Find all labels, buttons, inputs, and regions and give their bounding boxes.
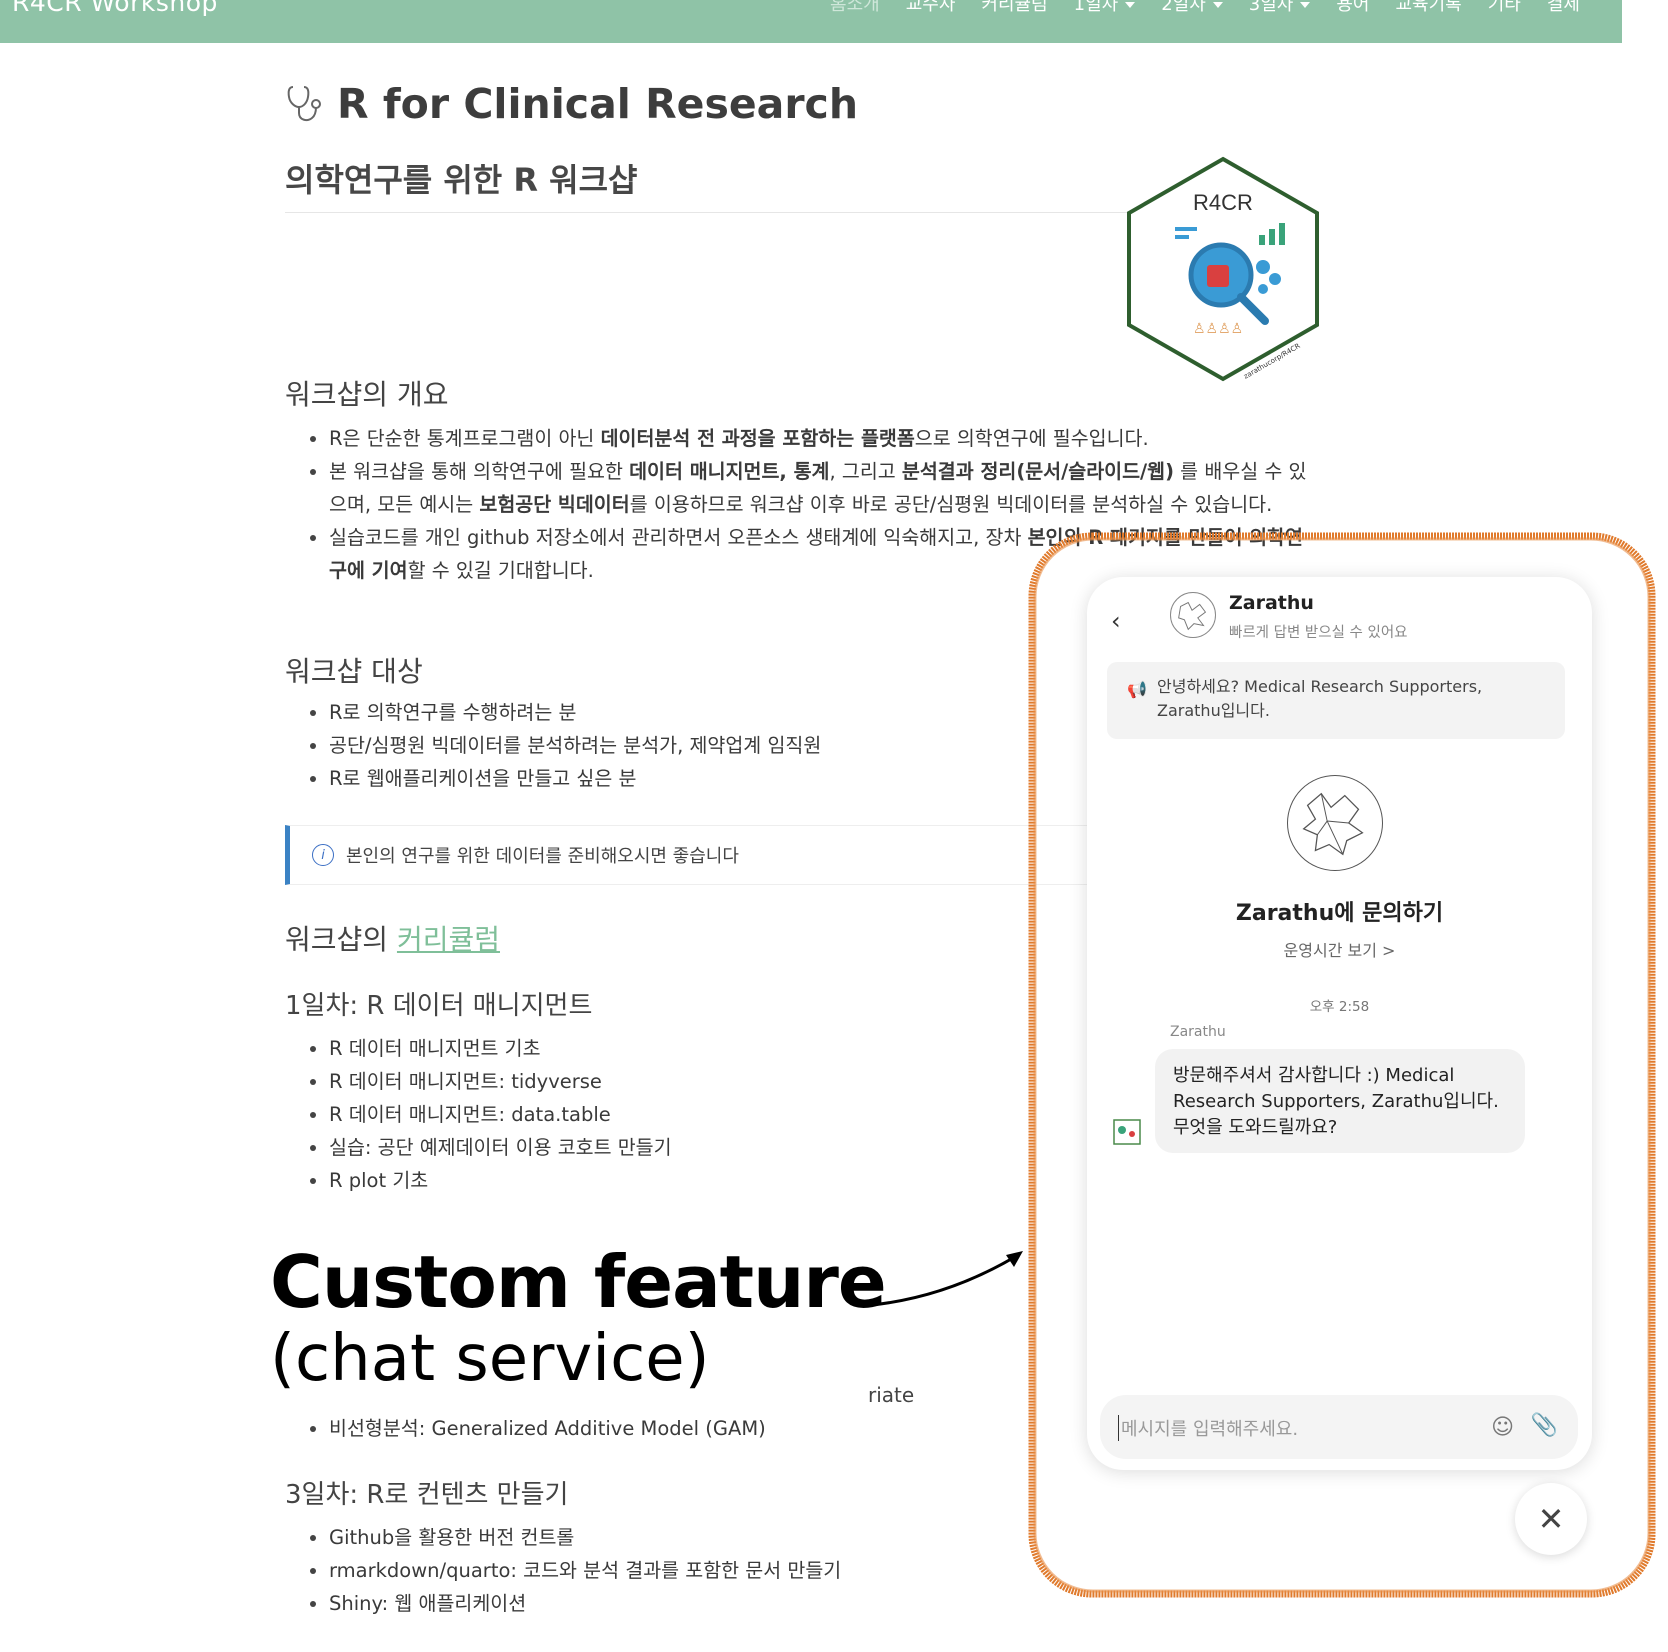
list-item: R은 단순한 통계프로그램이 아닌 데이터분석 전 과정을 포함하는 플랫폼으로… — [310, 422, 1309, 455]
paperclip-icon[interactable]: 📎 — [1531, 1413, 1558, 1438]
day3-heading: 3일차: R로 컨텐츠 만들기 — [285, 1480, 569, 1510]
annotation-title: Custom feature — [270, 1240, 887, 1324]
operating-hours-link[interactable]: 운영시간 보기 > — [1087, 937, 1592, 961]
chevron-down-icon — [1212, 2, 1223, 8]
section-heading-overview: 워크샵의 개요 — [285, 378, 449, 411]
list-item: Shiny: 웹 애플리케이션 — [310, 1587, 1129, 1620]
chat-notice: 📢 안녕하세요? Medical Research Supporters, Za… — [1107, 662, 1565, 739]
day3-list: Github을 활용한 버전 컨트롤 rmarkdown/quarto: 코드와… — [285, 1521, 1129, 1620]
nav-item-payment[interactable]: 결제 — [1547, 0, 1580, 16]
list-item: R로 의학연구를 수행하려는 분 — [310, 696, 1129, 729]
curriculum-link[interactable]: 커리큘럼 — [397, 923, 500, 956]
list-item: 공단/심평원 빅데이터를 분석하려는 분석가, 제약업계 임직원 — [310, 729, 1129, 762]
list-item: 비선형분석: Generalized Additive Model (GAM) — [310, 1412, 1129, 1445]
logo-text: R4CR — [1193, 190, 1253, 215]
message-input-placeholder: 메시지를 입력해주세요. — [1118, 1415, 1298, 1441]
zarathu-avatar — [1170, 592, 1216, 638]
chat-agent-name: Zarathu — [1229, 592, 1314, 614]
message-timestamp: 오후 2:58 — [1309, 999, 1370, 1015]
message-input[interactable]: 메시지를 입력해주세요. ☺ 📎 — [1100, 1395, 1578, 1459]
r4cr-hex-logo: R4CR ♙♙♙♙ zarathucorp/R4CR — [1127, 156, 1319, 382]
info-icon: i — [312, 844, 334, 866]
megaphone-icon: 📢 — [1127, 680, 1147, 699]
list-item: Github을 활용한 버전 컨트롤 — [310, 1521, 1129, 1554]
nav-item-glossary[interactable]: 용어 — [1336, 0, 1369, 16]
section-heading-curriculum: 워크샵의 커리큘럼 — [285, 923, 500, 956]
smiley-icon[interactable]: ☺ — [1491, 1415, 1514, 1440]
nav-item-home[interactable]: 홈소개 — [830, 0, 880, 16]
list-item: 본 워크샵을 통해 의학연구에 필요한 데이터 매니지먼트, 통계, 그리고 분… — [310, 455, 1309, 521]
list-item: 실습: 공단 예제데이터 이용 코호트 만들기 — [310, 1131, 1029, 1164]
info-callout: i 본인의 연구를 위한 데이터를 준비해오시면 좋습니다 — [285, 825, 1115, 885]
annotation-arrow — [871, 1251, 1023, 1307]
notice-text: 안녕하세요? Medical Research Supporters, Zara… — [1157, 677, 1483, 720]
list-item: R 데이터 매니지먼트: data.table — [310, 1098, 1029, 1131]
stethoscope-icon — [287, 86, 321, 122]
nav-item-curriculum[interactable]: 커리큘럼 — [981, 0, 1047, 16]
chevron-down-icon — [1125, 2, 1136, 8]
day2-partial-text: riate — [868, 1383, 915, 1407]
nav-item-records[interactable]: 교육기록 — [1396, 0, 1462, 16]
list-item: R 데이터 매니지먼트 기초 — [310, 1032, 1029, 1065]
chat-ask-title: Zarathu에 문의하기 — [1235, 901, 1444, 926]
chevron-down-icon — [1300, 2, 1311, 8]
annotation-subtitle: (chat service) — [270, 1322, 710, 1396]
close-chat-button[interactable]: ✕ — [1515, 1483, 1587, 1555]
list-item: R 데이터 매니지먼트: tidyverse — [310, 1065, 1029, 1098]
page-title-text: R for Clinical Research — [337, 80, 859, 128]
svg-text:♙♙♙♙: ♙♙♙♙ — [1193, 321, 1243, 337]
day1-heading: 1일차: R 데이터 매니지먼트 — [285, 991, 593, 1021]
navbar-menu: 홈소개 교수자 커리큘럼 1일차 2일차 3일차 용어 교육기록 기타 결제 — [830, 0, 1580, 16]
nav-item-etc[interactable]: 기타 — [1488, 0, 1521, 16]
message-sender: Zarathu — [1170, 1024, 1226, 1040]
title-divider — [285, 212, 1185, 213]
top-navbar: R4CR Workshop 홈소개 교수자 커리큘럼 1일차 2일차 3일차 용… — [0, 0, 1622, 43]
callout-text: 본인의 연구를 위한 데이터를 준비해오시면 좋습니다 — [346, 846, 739, 867]
list-item: R plot 기초 — [310, 1164, 1029, 1197]
day2-list-tail: 비선형분석: Generalized Additive Model (GAM) — [285, 1412, 1129, 1445]
chat-message-bubble: 방문해주셔서 감사합니다 :) Medical Research Support… — [1155, 1049, 1525, 1153]
nav-item-day2[interactable]: 2일차 — [1161, 0, 1223, 16]
target-list: R로 의학연구를 수행하려는 분 공단/심평원 빅데이터를 분석하려는 분석가,… — [285, 696, 1129, 795]
page-title: R for Clinical Research — [285, 80, 858, 128]
day1-list: R 데이터 매니지먼트 기초 R 데이터 매니지먼트: tidyverse R … — [285, 1032, 1029, 1197]
bot-avatar — [1113, 1119, 1141, 1145]
close-icon: ✕ — [1537, 1500, 1565, 1538]
section-heading-target: 워크샵 대상 — [285, 655, 423, 688]
nav-item-instructors[interactable]: 교수자 — [906, 0, 956, 16]
list-item: rmarkdown/quarto: 코드와 분석 결과를 포함한 문서 만들기 — [310, 1554, 1129, 1587]
chat-widget: ‹ Zarathu 빠르게 답변 받으실 수 있어요 📢 안녕하세요? Medi… — [1087, 577, 1592, 1470]
nav-item-day1[interactable]: 1일차 — [1074, 0, 1136, 16]
page-subtitle: 의학연구를 위한 R 워크샵 — [285, 161, 638, 199]
chevron-left-icon[interactable]: ‹ — [1111, 607, 1121, 635]
list-item: R로 웹애플리케이션을 만들고 싶은 분 — [310, 762, 1129, 795]
chat-agent-status: 빠르게 답변 받으실 수 있어요 — [1229, 625, 1408, 641]
nav-item-day3[interactable]: 3일차 — [1249, 0, 1311, 16]
navbar-brand[interactable]: R4CR Workshop — [12, 0, 218, 17]
zarathu-avatar-large — [1287, 775, 1383, 871]
